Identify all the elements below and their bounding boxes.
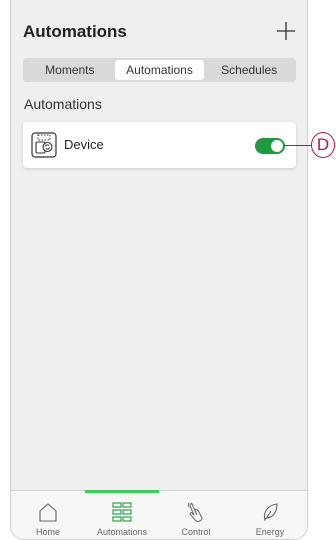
- automation-name: Device: [64, 137, 104, 152]
- automation-card[interactable]: Device: [23, 122, 296, 168]
- tab-label-control: Control: [181, 527, 211, 537]
- tab-schedules[interactable]: Schedules: [204, 60, 294, 80]
- header: Automations: [11, 0, 307, 46]
- tab-control[interactable]: Control: [159, 491, 233, 539]
- grid-icon: [112, 502, 132, 522]
- app-screen: Automations Moments Automations Schedule…: [10, 0, 308, 540]
- tab-energy[interactable]: Energy: [233, 491, 307, 539]
- automation-toggle[interactable]: [255, 138, 285, 154]
- bottom-tab-bar: Home Automations Control Energy: [11, 490, 307, 539]
- tab-moments[interactable]: Moments: [25, 60, 115, 80]
- hand-touch-icon: [187, 502, 203, 522]
- callout-marker: D: [311, 132, 335, 158]
- plus-icon[interactable]: [275, 20, 297, 42]
- home-icon: [39, 503, 57, 522]
- tab-home[interactable]: Home: [11, 491, 85, 539]
- tab-label-automations: Automations: [96, 527, 148, 537]
- tab-automations-nav[interactable]: Automations: [85, 490, 159, 539]
- tab-automations[interactable]: Automations: [114, 60, 205, 80]
- section-heading: Automations: [24, 96, 102, 112]
- device-automation-icon: [31, 132, 57, 158]
- segmented-control: Moments Automations Schedules: [23, 58, 296, 82]
- tab-label-energy: Energy: [255, 527, 285, 537]
- page-title: Automations: [23, 22, 127, 41]
- leaf-icon: [263, 503, 278, 522]
- tab-label-home: Home: [35, 527, 60, 537]
- toggle-knob: [271, 140, 283, 152]
- callout-line: [284, 145, 312, 146]
